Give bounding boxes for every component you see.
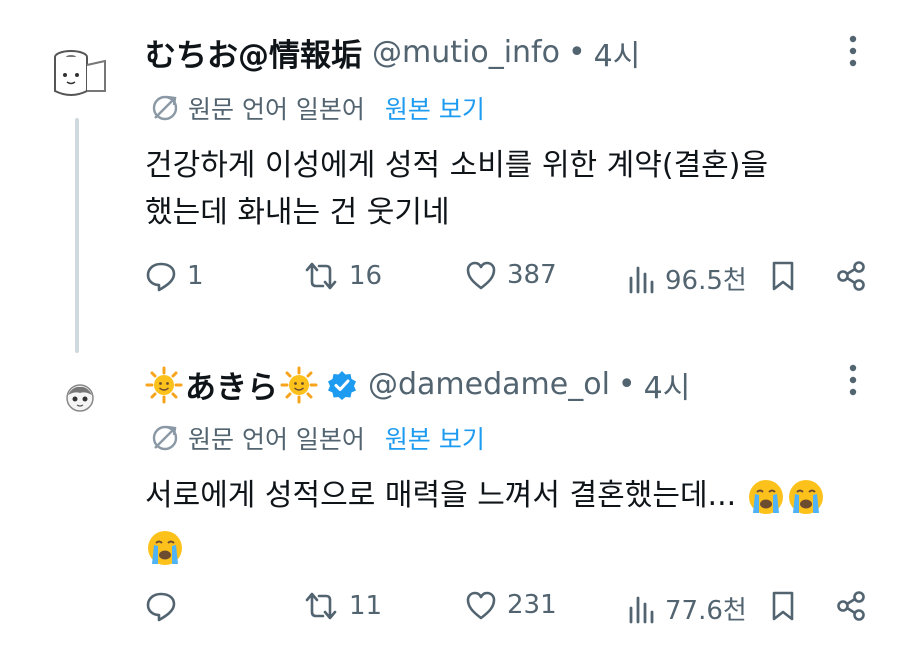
avatar[interactable] xyxy=(40,383,120,417)
repost-count: 11 xyxy=(349,591,383,621)
display-name[interactable]: むちお@情報垢 xyxy=(145,30,362,75)
like-count: 231 xyxy=(507,590,557,620)
separator-dot: • xyxy=(567,35,586,70)
post-text-line-2 xyxy=(145,519,845,570)
reply-icon xyxy=(146,262,176,292)
post-time[interactable]: 4시 xyxy=(644,363,691,407)
like-icon xyxy=(466,261,496,290)
translation-source-label: 원문 언어 일본어 xyxy=(188,425,365,454)
views-button[interactable]: 96.5천 xyxy=(627,260,747,297)
share-icon xyxy=(837,591,865,621)
repost-icon xyxy=(305,592,337,620)
repost-icon xyxy=(305,262,337,290)
like-icon xyxy=(466,591,496,620)
post-header: あきら @damedame_ol • 4시 xyxy=(145,362,690,407)
more-icon xyxy=(849,35,857,67)
more-icon xyxy=(849,364,857,396)
share-button[interactable] xyxy=(835,590,867,622)
reply-count: 1 xyxy=(187,261,204,291)
reply-button[interactable]: 1 xyxy=(145,260,204,292)
like-button[interactable]: 231 xyxy=(465,590,557,620)
show-original-link[interactable]: 원본 보기 xyxy=(385,90,485,126)
like-button[interactable]: 387 xyxy=(465,260,557,290)
bookmark-icon xyxy=(772,591,794,621)
share-button[interactable] xyxy=(835,260,867,292)
repost-button[interactable]: 11 xyxy=(303,590,382,622)
verified-badge-icon[interactable] xyxy=(326,369,358,401)
repost-count: 16 xyxy=(349,261,383,291)
views-icon xyxy=(629,266,654,293)
translation-source-label: 원문 언어 일본어 xyxy=(188,95,365,124)
translate-icon xyxy=(152,425,178,451)
reply-icon xyxy=(146,592,176,622)
post-text-line-2: 했는데 화내는 건 웃기네 xyxy=(145,195,450,230)
reply-button[interactable] xyxy=(145,590,187,622)
bookmark-icon xyxy=(772,261,794,291)
repost-button[interactable]: 16 xyxy=(303,260,382,292)
avatar[interactable] xyxy=(40,45,120,105)
show-original-link[interactable]: 원본 보기 xyxy=(385,420,485,456)
translation-info: 원문 언어 일본어 원본 보기 xyxy=(150,90,485,126)
sun-emoji xyxy=(145,366,183,403)
translate-icon xyxy=(152,95,178,121)
user-handle[interactable]: @damedame_ol xyxy=(368,367,610,402)
share-icon xyxy=(837,261,865,291)
user-handle[interactable]: @mutio_info xyxy=(372,35,560,70)
post-text: 서로에게 성적으로 매력을 느껴서 결혼했는데... xyxy=(145,472,845,570)
post-text: 건강하게 이성에게 성적 소비를 위한 계약(결혼)을 했는데 화내는 건 웃기… xyxy=(145,142,845,236)
sun-emoji xyxy=(280,366,318,403)
post-text-line-1: 건강하게 이성에게 성적 소비를 위한 계약(결혼)을 xyxy=(145,148,769,183)
avatar-toilet-roll-icon xyxy=(54,50,106,96)
more-options-button[interactable] xyxy=(838,35,868,71)
display-name[interactable]: あきら xyxy=(185,362,278,407)
separator-dot: • xyxy=(617,367,636,402)
views-button[interactable]: 77.6천 xyxy=(627,590,747,627)
action-bar: 11 231 77.6천 xyxy=(145,590,870,630)
views-icon xyxy=(629,596,654,623)
crying-emoji xyxy=(788,479,823,514)
avatar-character-icon xyxy=(66,384,94,412)
bookmark-button[interactable] xyxy=(770,590,796,622)
views-count: 96.5천 xyxy=(665,266,747,296)
crying-emoji xyxy=(148,530,182,565)
action-bar: 1 16 387 96.5천 xyxy=(145,260,870,300)
post-time[interactable]: 4시 xyxy=(594,31,641,75)
more-options-button[interactable] xyxy=(838,364,868,400)
views-count: 77.6천 xyxy=(665,596,747,626)
crying-emoji xyxy=(748,479,783,514)
bookmark-button[interactable] xyxy=(770,260,796,292)
post-header: むちお@情報垢 @mutio_info • 4시 xyxy=(145,30,640,75)
thread-connector-line xyxy=(75,118,79,353)
post-text-line-1: 서로에게 성적으로 매력을 느껴서 결혼했는데... xyxy=(145,472,845,519)
post-text-content: 서로에게 성적으로 매력을 느껴서 결혼했는데... xyxy=(145,478,737,513)
like-count: 387 xyxy=(507,260,557,290)
translation-info: 원문 언어 일본어 원본 보기 xyxy=(150,420,485,456)
